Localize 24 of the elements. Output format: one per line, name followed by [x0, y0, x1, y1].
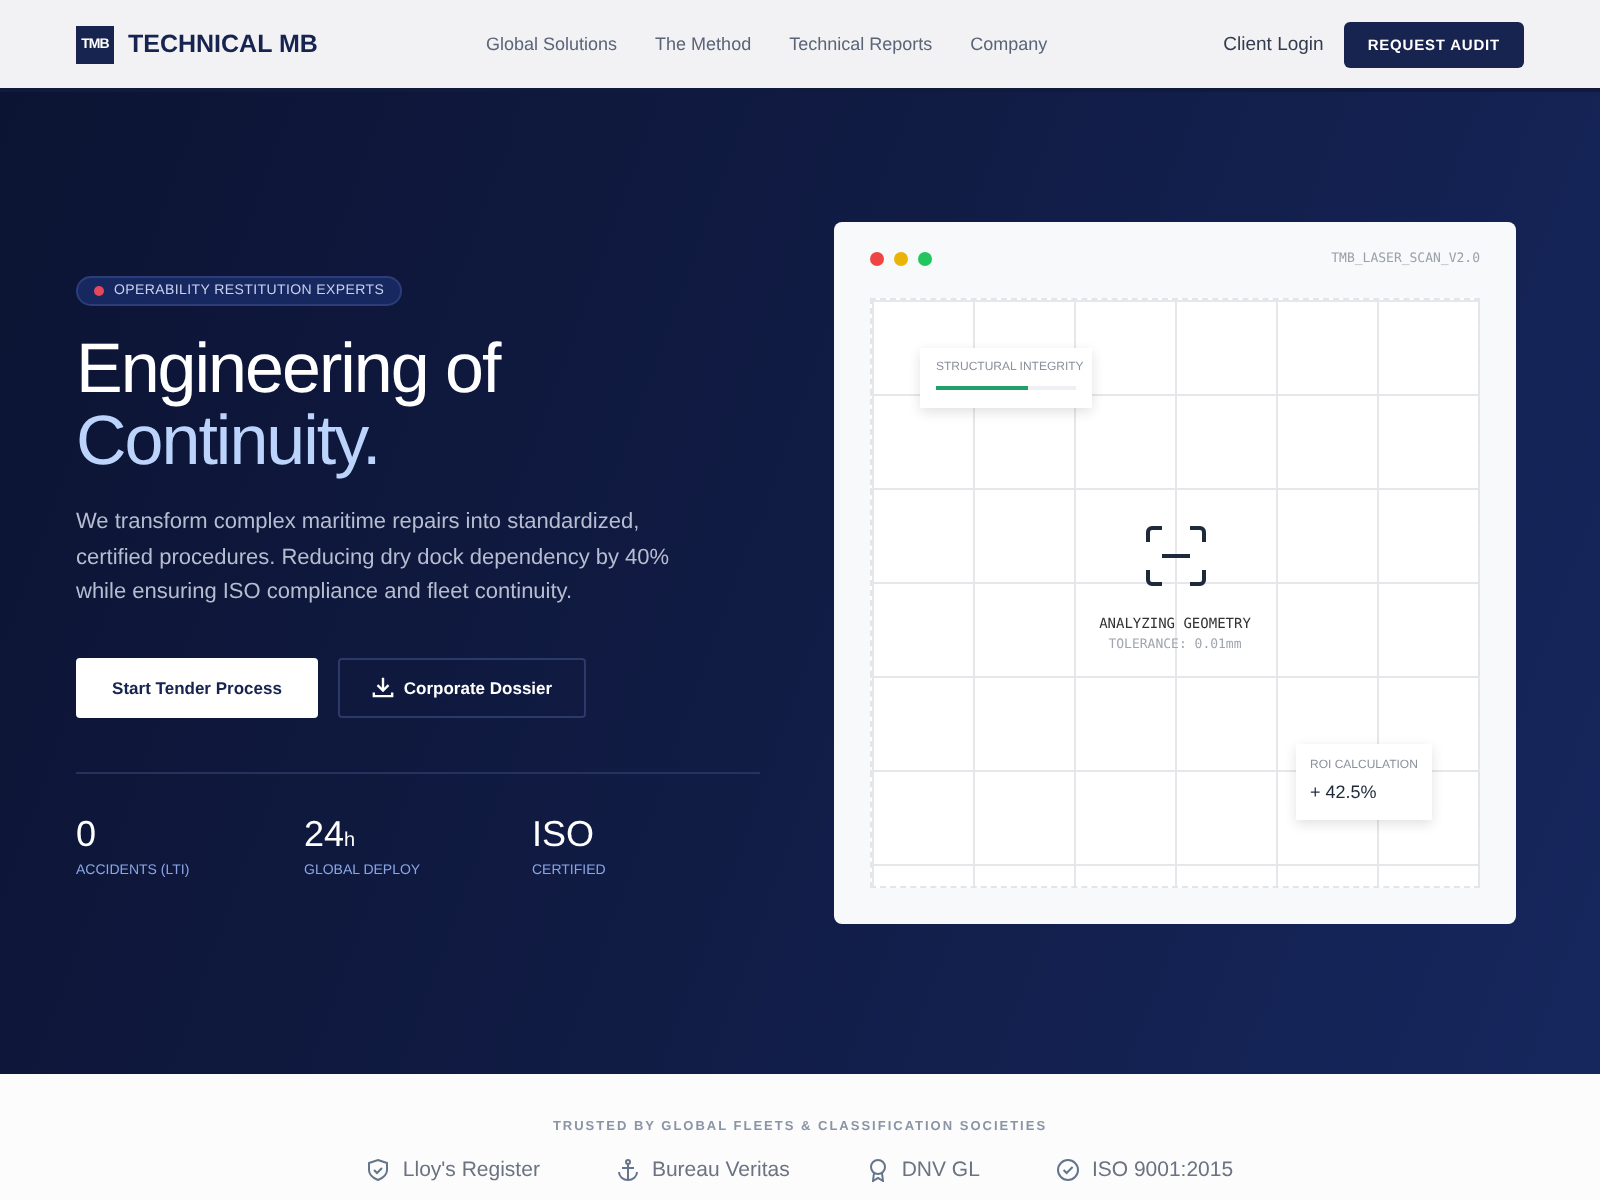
- nav-link[interactable]: Global Solutions: [486, 34, 618, 54]
- nav-link[interactable]: The Method: [655, 34, 752, 54]
- roi-value: + 42.5%: [1310, 782, 1379, 802]
- award-icon: [865, 1158, 890, 1182]
- scan-frame-icon: [1143, 524, 1207, 588]
- shield-icon: [366, 1158, 391, 1182]
- anchor-icon: [615, 1158, 640, 1182]
- stat-value: 24h: [304, 813, 358, 855]
- stat-value: ISO: [532, 813, 597, 855]
- hero-title: Engineering of Continuity.: [76, 334, 503, 478]
- partner-name: Bureau Veritas: [651, 1158, 790, 1182]
- partner-name: Lloy's Register: [402, 1158, 540, 1182]
- stat-value: 0: [76, 813, 99, 855]
- check-circle-icon: [1055, 1158, 1080, 1182]
- tender-button[interactable]: Start Tender Process: [76, 657, 318, 717]
- nav-link[interactable]: Technical Reports: [789, 34, 933, 54]
- brand-name[interactable]: TECHNICAL MB: [128, 30, 318, 58]
- partner-name: ISO 9001:2015: [1091, 1158, 1234, 1182]
- login-link[interactable]: Client Login: [1223, 33, 1324, 55]
- hero-description: We transform complex maritime repairs into standardized, certified procedures. Reducing dry dock dependency by 40% while ensuring ISO compliance and fleet continuity.: [76, 508, 672, 608]
- nav-link[interactable]: Company: [970, 34, 1048, 54]
- partner-name: DNV GL: [901, 1158, 980, 1182]
- dossier-button[interactable]: Corporate Dossier: [338, 657, 586, 717]
- download-icon: [371, 676, 394, 698]
